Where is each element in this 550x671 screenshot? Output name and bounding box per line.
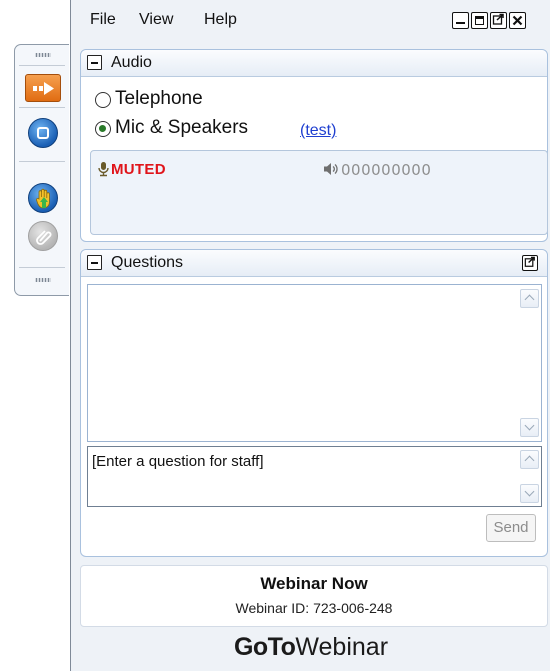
minimize-button[interactable] <box>452 12 469 29</box>
minus-icon <box>91 62 98 64</box>
chevron-up-icon <box>524 455 535 466</box>
webinar-id: Webinar ID: 723-006-248 <box>235 600 393 616</box>
chevron-down-icon <box>524 486 535 497</box>
control-panel: File View Help Audio Telephone Mic & Spe… <box>70 0 550 671</box>
volume-level-meter: 000000000 <box>341 161 432 179</box>
menu-bar: File View Help <box>71 0 550 42</box>
telephone-label[interactable]: Telephone <box>115 88 203 110</box>
paperclip-icon <box>36 230 52 245</box>
microphone-icon[interactable] <box>97 161 110 177</box>
chevron-up-icon <box>524 294 535 305</box>
question-log[interactable] <box>87 284 542 442</box>
questions-title: Questions <box>111 254 184 271</box>
arrow-right-icon <box>33 82 54 95</box>
menu-help[interactable]: Help <box>204 11 237 29</box>
mic-speakers-label[interactable]: Mic & Speakers <box>115 117 248 139</box>
close-button[interactable] <box>509 12 526 29</box>
restore-icon <box>475 16 484 25</box>
grip-top-icon[interactable] <box>35 53 51 57</box>
popout-icon <box>492 13 504 25</box>
audio-collapse-button[interactable] <box>87 55 102 70</box>
mic-speakers-radio[interactable] <box>95 121 111 137</box>
show-hide-panel-button[interactable] <box>25 74 61 102</box>
grip-bottom-icon[interactable] <box>35 278 51 282</box>
test-audio-link[interactable]: (test) <box>300 122 336 140</box>
log-scroll-up-button[interactable] <box>520 289 539 308</box>
divider <box>19 267 65 268</box>
menu-file[interactable]: File <box>90 11 116 29</box>
attach-button <box>28 221 58 251</box>
menu-view[interactable]: View <box>139 11 173 29</box>
gotowebinar-logo: GoToWebinar <box>71 633 550 662</box>
raise-hand-icon <box>36 188 50 209</box>
audio-header: Audio <box>81 50 547 77</box>
audio-section: Audio Telephone Mic & Speakers (test) MU… <box>80 49 548 242</box>
input-scroll-down-button[interactable] <box>520 484 539 503</box>
question-input[interactable]: [Enter a question for staff] <box>87 446 542 507</box>
popout-icon <box>524 256 535 267</box>
divider <box>19 107 65 108</box>
questions-collapse-button[interactable] <box>87 255 102 270</box>
log-scroll-down-button[interactable] <box>520 418 539 437</box>
restore-button[interactable] <box>471 12 488 29</box>
questions-section: Questions [Enter a question for staff] S… <box>80 249 548 557</box>
mic-status: MUTED <box>111 161 166 178</box>
logo-bold: GoTo <box>233 633 296 661</box>
minus-icon <box>91 262 98 264</box>
divider <box>19 161 65 162</box>
questions-popout-button[interactable] <box>522 255 538 271</box>
telephone-radio[interactable] <box>95 92 111 108</box>
input-scroll-up-button[interactable] <box>520 450 539 469</box>
popout-button[interactable] <box>490 12 507 29</box>
minimize-icon <box>456 22 465 24</box>
question-input-text: [Enter a question for staff] <box>92 453 264 470</box>
grab-tab <box>14 44 69 296</box>
audio-status-box: MUTED 000000000 <box>90 150 548 235</box>
divider <box>19 65 65 66</box>
stop-icon <box>37 127 49 139</box>
webinar-info: Webinar Now Webinar ID: 723-006-248 <box>80 565 548 627</box>
webinar-title: Webinar Now <box>260 574 368 593</box>
audio-title: Audio <box>111 54 152 71</box>
speaker-icon <box>324 163 338 175</box>
raise-hand-button[interactable] <box>28 183 58 213</box>
stop-screen-button[interactable] <box>28 118 58 148</box>
chevron-down-icon <box>524 420 535 431</box>
logo-light: Webinar <box>295 633 389 661</box>
questions-header: Questions <box>81 250 547 277</box>
close-icon <box>512 15 523 26</box>
send-button[interactable]: Send <box>486 514 536 542</box>
